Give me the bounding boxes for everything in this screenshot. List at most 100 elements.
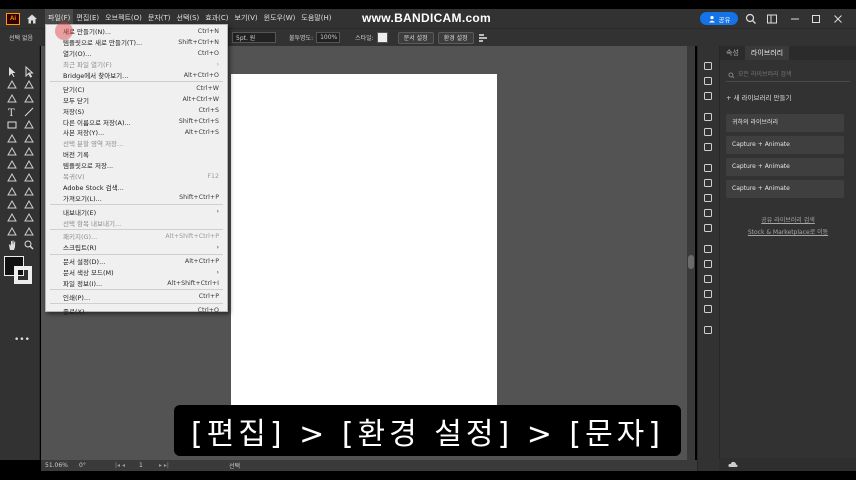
file-menu-item[interactable]: 문서 설정(D)... Alt+Ctrl+P [46, 256, 227, 267]
artboard-tool-icon[interactable] [6, 226, 18, 238]
file-menu-item[interactable]: 스크립트(R) › [46, 242, 227, 253]
stroke-color-swatch[interactable] [14, 266, 32, 284]
maximize-icon[interactable] [810, 13, 822, 25]
library-search-input[interactable]: 모든 라이브러리 검색 [726, 68, 850, 82]
artboards-panel-icon[interactable] [702, 303, 714, 315]
tab-libraries[interactable]: 라이브러리 [744, 46, 790, 60]
rotation-value[interactable]: 0° [79, 462, 115, 469]
blend-tool-icon[interactable] [23, 199, 35, 211]
width-tool-icon[interactable] [6, 159, 18, 171]
type-tool-icon[interactable]: T [6, 106, 18, 118]
mesh-tool-icon[interactable] [6, 186, 18, 198]
file-menu-item[interactable]: Bridge에서 찾아보기... Alt+Ctrl+O [46, 70, 227, 81]
symbol-sprayer-tool-icon[interactable] [6, 212, 18, 224]
file-menu-item[interactable]: 파일 정보(I)... Alt+Shift+Ctrl+I [46, 278, 227, 289]
artboard-nav-next-icon[interactable]: ▸ ▸| [159, 462, 229, 469]
pen-tool-icon[interactable] [6, 93, 18, 105]
stroke-profile-field[interactable]: 5pt. 원 [232, 32, 276, 43]
file-menu-item[interactable]: 템플릿으로 저장... [46, 160, 227, 171]
brushes-panel-icon[interactable] [702, 126, 714, 138]
vertical-scroll-thumb[interactable] [688, 255, 694, 269]
scale-tool-icon[interactable] [23, 146, 35, 158]
rotate-tool-icon[interactable] [6, 146, 18, 158]
stroke-panel-icon[interactable] [702, 162, 714, 174]
file-menu-item[interactable]: Adobe Stock 검색... [46, 181, 227, 192]
appearance-panel-icon[interactable] [702, 207, 714, 219]
lasso-tool-icon[interactable] [23, 79, 35, 91]
file-menu-item[interactable]: 템플릿으로 새로 만들기(T)... Shift+Ctrl+N [46, 37, 227, 48]
eraser-tool-icon[interactable] [23, 133, 35, 145]
opacity-field[interactable]: 100% [316, 32, 341, 43]
file-menu-item[interactable]: 사본 저장(Y)... Alt+Ctrl+S [46, 127, 227, 138]
zoom-tool-icon[interactable] [23, 239, 35, 251]
more-tools-icon[interactable]: ••• [14, 335, 30, 345]
layers-panel-icon[interactable] [702, 90, 714, 102]
comments-panel-icon[interactable] [702, 324, 714, 336]
selection-tool-icon[interactable] [6, 66, 18, 78]
cloud-icon[interactable] [728, 461, 738, 468]
direct-selection-tool-icon[interactable] [23, 66, 35, 78]
file-menu-item[interactable]: 종료(X) Ctrl+Q [46, 305, 227, 316]
close-icon[interactable] [832, 13, 844, 25]
new-library-button[interactable]: + 새 라이브러리 만들기 [726, 92, 850, 102]
rectangle-tool-icon[interactable] [6, 119, 18, 131]
file-menu-item[interactable]: 인쇄(P)... Ctrl+P [46, 291, 227, 302]
gradient-tool-icon[interactable] [23, 186, 35, 198]
shape-builder-tool-icon[interactable] [6, 172, 18, 184]
file-menu-item[interactable]: 닫기(C) Ctrl+W [46, 83, 227, 94]
pathfinder-panel-icon[interactable] [702, 258, 714, 270]
gradient-panel-icon[interactable] [702, 177, 714, 189]
preferences-button[interactable]: 환경 설정 [437, 31, 474, 44]
hand-tool-icon[interactable] [6, 239, 18, 251]
swatches-panel-icon[interactable] [702, 111, 714, 123]
graph-tool-icon[interactable] [23, 212, 35, 224]
eyedropper-tool-icon[interactable] [6, 199, 18, 211]
file-menu-item[interactable]: 내보내기(E) › [46, 206, 227, 217]
libraries-panel-icon[interactable] [702, 60, 714, 72]
library-card-2[interactable]: Capture + Animate [726, 158, 844, 176]
zoom-value[interactable]: 51.06% [45, 462, 79, 469]
line-tool-icon[interactable] [23, 106, 35, 118]
file-menu-item[interactable]: 열기(O)... Ctrl+O [46, 48, 227, 59]
home-icon[interactable] [25, 12, 39, 26]
file-menu-item[interactable]: 문서 색상 모드(M) › [46, 267, 227, 278]
tab-properties[interactable]: 속성 [720, 46, 745, 60]
free-transform-tool-icon[interactable] [23, 159, 35, 171]
file-menu-item[interactable]: 가져오기(L)... Shift+Ctrl+P [46, 192, 227, 203]
align-options-icon[interactable] [478, 33, 490, 43]
file-menu-item[interactable]: 저장(S) Ctrl+S [46, 105, 227, 116]
menu-6[interactable]: 보기(V) [232, 9, 261, 28]
file-menu-item[interactable]: 버전 기록 [46, 149, 227, 160]
vertical-scrollbar[interactable] [687, 46, 695, 460]
library-card-3[interactable]: Capture + Animate [726, 180, 844, 198]
stock-marketplace-link[interactable]: Stock & Marketplace로 이동 [720, 227, 856, 236]
browse-shared-libraries-link[interactable]: 공유 라이브러리 검색 [720, 215, 856, 224]
symbols-panel-icon[interactable] [702, 141, 714, 153]
search-icon[interactable] [745, 13, 757, 25]
perspective-tool-icon[interactable] [23, 172, 35, 184]
curvature-tool-icon[interactable] [23, 93, 35, 105]
minimize-icon[interactable] [789, 13, 801, 25]
file-menu-item[interactable]: 다른 이름으로 저장(A)... Shift+Ctrl+S [46, 116, 227, 127]
export-panel-icon[interactable] [702, 288, 714, 300]
graphic-styles-panel-icon[interactable] [702, 222, 714, 234]
share-button[interactable]: 공유 [700, 12, 738, 25]
menu-7[interactable]: 윈도우(W) [261, 9, 299, 28]
file-menu-item[interactable]: 모두 닫기 Alt+Ctrl+W [46, 94, 227, 105]
magic-wand-tool-icon[interactable] [6, 79, 18, 91]
file-menu-item[interactable]: 새로 만들기(N)... Ctrl+N [46, 26, 227, 37]
transparency-panel-icon[interactable] [702, 192, 714, 204]
shaper-tool-icon[interactable] [6, 133, 18, 145]
transform-panel-icon[interactable] [702, 273, 714, 285]
artboard-number[interactable]: 1 [139, 462, 159, 469]
artboard[interactable] [231, 74, 497, 434]
library-card-own[interactable]: 귀하의 라이브러리 [726, 114, 844, 132]
document-setup-button[interactable]: 문서 설정 [397, 31, 434, 44]
artboard-nav-prev-icon[interactable]: |◂ ◂ [115, 462, 133, 469]
style-swatch[interactable] [376, 32, 388, 43]
menu-8[interactable]: 도움말(H) [298, 9, 334, 28]
slice-tool-icon[interactable] [23, 226, 35, 238]
properties-panel-icon[interactable] [702, 75, 714, 87]
paintbrush-tool-icon[interactable] [23, 119, 35, 131]
library-card-1[interactable]: Capture + Animate [726, 136, 844, 154]
